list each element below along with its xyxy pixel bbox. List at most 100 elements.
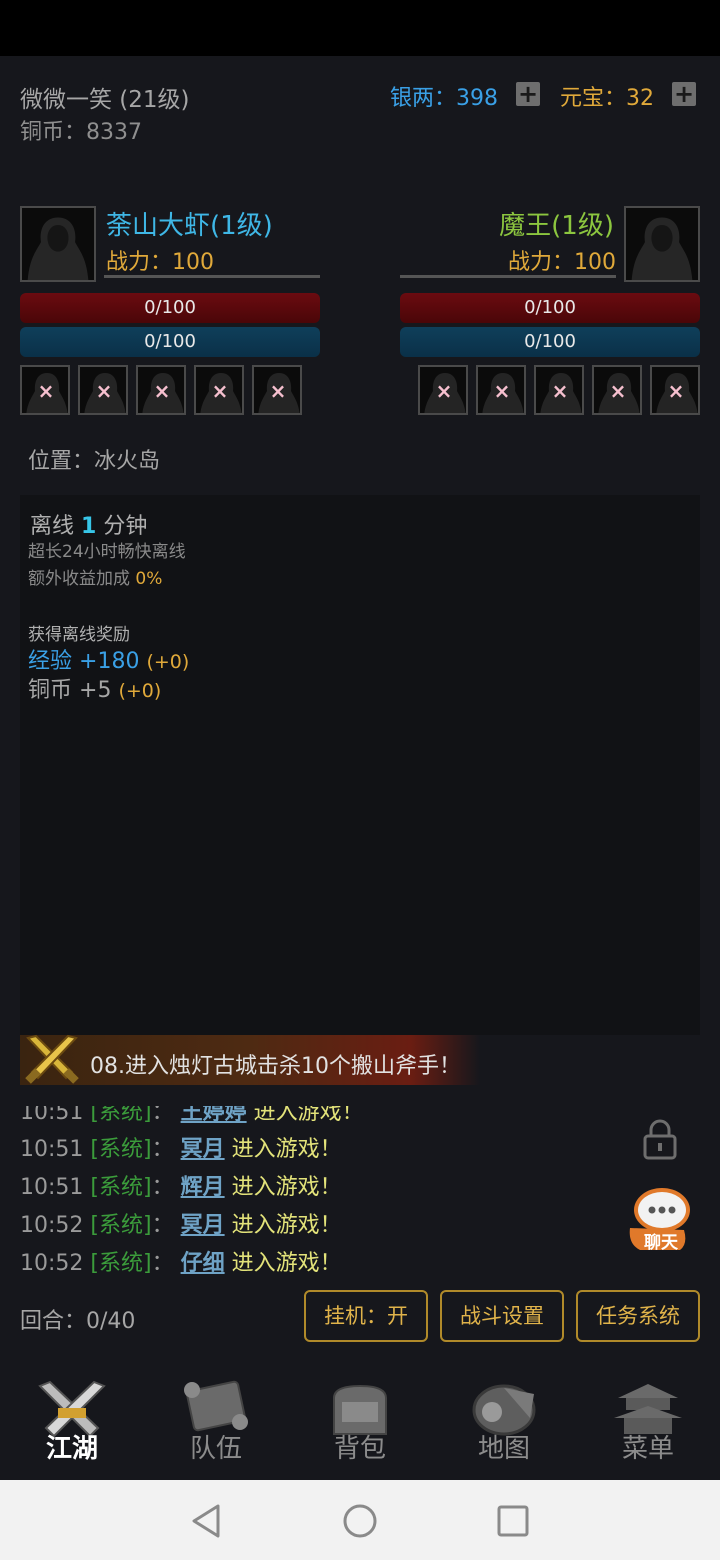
status-bar (0, 0, 720, 56)
nav-map[interactable]: 地图 (432, 1378, 576, 1470)
auto-battle-button[interactable]: 挂机：开 (304, 1290, 428, 1342)
chat-line: 10:51 [系统]： 辉月 进入游戏！ (20, 1169, 342, 1201)
back-icon[interactable] (188, 1502, 224, 1540)
chat-button-label: 聊天 (644, 1233, 678, 1253)
chat-separator: ： (151, 1251, 174, 1276)
empty-slot-icon: × (609, 379, 627, 403)
chat-tag: [系统] (90, 1175, 152, 1200)
chat-tag: [系统] (90, 1137, 152, 1162)
chat-username[interactable]: 冥月 (181, 1137, 225, 1162)
chat-time: 10:51 (20, 1137, 84, 1162)
enemy-portrait[interactable] (624, 206, 700, 282)
chat-line: 10:51 [系统]： 冥月 进入游戏！ (20, 1131, 342, 1163)
empty-slot-icon: × (269, 379, 287, 403)
reward-exp: 经验 +180 (+0) (28, 649, 190, 674)
chat-button[interactable]: 聊天 (624, 1184, 694, 1256)
empty-slot-icon: × (95, 379, 113, 403)
offline-bonus: 额外收益加成 0% (28, 569, 163, 589)
reward-title: 获得离线奖励 (28, 625, 130, 645)
offline-duration: 离线 1 分钟 (30, 514, 148, 539)
chat-line: 10:52 [系统]： 仔细 进入游戏！ (20, 1245, 342, 1277)
recents-icon[interactable] (496, 1504, 530, 1538)
offline-note: 超长24小时畅快离线 (28, 542, 186, 562)
enemy-power: 战力：100 (507, 250, 616, 275)
enemy-skill-slot-1[interactable]: × (418, 365, 468, 415)
add-silver-button[interactable]: + (516, 82, 540, 106)
enemy-skill-slot-4[interactable]: × (592, 365, 642, 415)
battle-settings-button[interactable]: 战斗设置 (440, 1290, 564, 1342)
player-portrait[interactable] (20, 206, 96, 282)
player-divider (104, 275, 320, 278)
chat-message: 进入游戏！ (253, 1100, 364, 1125)
empty-slot-icon: × (37, 379, 55, 403)
location: 位置：冰火岛 (28, 449, 161, 474)
system-nav-bar (0, 1480, 720, 1560)
player-skill-slot-5[interactable]: × (252, 365, 302, 415)
chat-line: 10:52 [系统]： 冥月 进入游戏！ (20, 1207, 342, 1239)
chat-username[interactable]: 王婷婷 (181, 1106, 247, 1125)
crossed-swords-icon (25, 1034, 79, 1084)
player-fighter-name: 荼山大虾(1级) (106, 211, 273, 241)
chat-line: 10:51 [系统]： 王婷婷 进入游戏！ (20, 1100, 364, 1126)
chat-tag: [系统] (90, 1100, 152, 1125)
player-skill-slot-1[interactable]: × (20, 365, 70, 415)
chat-time: 10:52 (20, 1213, 84, 1238)
round-counter: 回合：0/40 (20, 1309, 136, 1334)
hooded-silhouette-icon (22, 208, 94, 280)
player-name: 微微一笑 (21级) (20, 87, 190, 113)
empty-slot-icon: × (551, 379, 569, 403)
silver-balance: 银两：398 (390, 86, 499, 111)
nav-jianghu[interactable]: 江湖 (0, 1378, 144, 1470)
chat-separator: ： (151, 1175, 174, 1200)
chat-username[interactable]: 仔细 (181, 1251, 225, 1276)
chat-message: 进入游戏！ (231, 1137, 342, 1162)
enemy-hp-bar: 0/100 (400, 293, 700, 323)
empty-slot-icon: × (153, 379, 171, 403)
player-hp-bar: 0/100 (20, 293, 320, 323)
chat-tag: [系统] (90, 1213, 152, 1238)
enemy-skill-slot-5[interactable]: × (650, 365, 700, 415)
chat-message: 进入游戏！ (231, 1251, 342, 1276)
nav-label: 背包 (333, 1434, 386, 1464)
nav-team[interactable]: 队伍 (144, 1378, 288, 1470)
chat-time: 10:52 (20, 1251, 84, 1276)
chat-username[interactable]: 辉月 (181, 1175, 225, 1200)
chat-separator: ： (151, 1137, 174, 1162)
quest-text[interactable]: 08.进入烛灯古城击杀10个搬山斧手！ (90, 1048, 461, 1080)
nav-label: 菜单 (621, 1434, 674, 1464)
empty-slot-icon: × (435, 379, 453, 403)
nav-menu[interactable]: 菜单 (576, 1378, 720, 1470)
nav-label: 江湖 (45, 1434, 98, 1464)
chat-tag: [系统] (90, 1251, 152, 1276)
enemy-fighter-name: 魔王(1级) (499, 211, 614, 241)
enemy-skill-slot-3[interactable]: × (534, 365, 584, 415)
home-icon[interactable] (342, 1503, 378, 1539)
player-skill-slot-3[interactable]: × (136, 365, 186, 415)
player-power: 战力：100 (106, 250, 215, 275)
lock-icon[interactable] (640, 1118, 680, 1162)
reward-copper: 铜币 +5 (+0) (28, 678, 162, 703)
chat-separator: ： (151, 1213, 174, 1238)
chat-separator: ： (151, 1100, 174, 1125)
player-mp-bar: 0/100 (20, 327, 320, 357)
enemy-mp-bar: 0/100 (400, 327, 700, 357)
empty-slot-icon: × (667, 379, 685, 403)
nav-label: 队伍 (189, 1434, 242, 1464)
empty-slot-icon: × (211, 379, 229, 403)
empty-slot-icon: × (493, 379, 511, 403)
nav-backpack[interactable]: 背包 (288, 1378, 432, 1470)
nav-label: 地图 (477, 1434, 530, 1464)
chat-message: 进入游戏！ (231, 1175, 342, 1200)
task-system-button[interactable]: 任务系统 (576, 1290, 700, 1342)
enemy-divider (400, 275, 616, 278)
player-skill-slot-2[interactable]: × (78, 365, 128, 415)
chat-time: 10:51 (20, 1100, 84, 1125)
enemy-skill-slot-2[interactable]: × (476, 365, 526, 415)
chat-time: 10:51 (20, 1175, 84, 1200)
copper-balance: 铜币：8337 (20, 120, 143, 145)
add-gold-button[interactable]: + (672, 82, 696, 106)
hooded-silhouette-icon (626, 208, 698, 280)
chat-username[interactable]: 冥月 (181, 1213, 225, 1238)
player-skill-slot-4[interactable]: × (194, 365, 244, 415)
chat-message: 进入游戏！ (231, 1213, 342, 1238)
